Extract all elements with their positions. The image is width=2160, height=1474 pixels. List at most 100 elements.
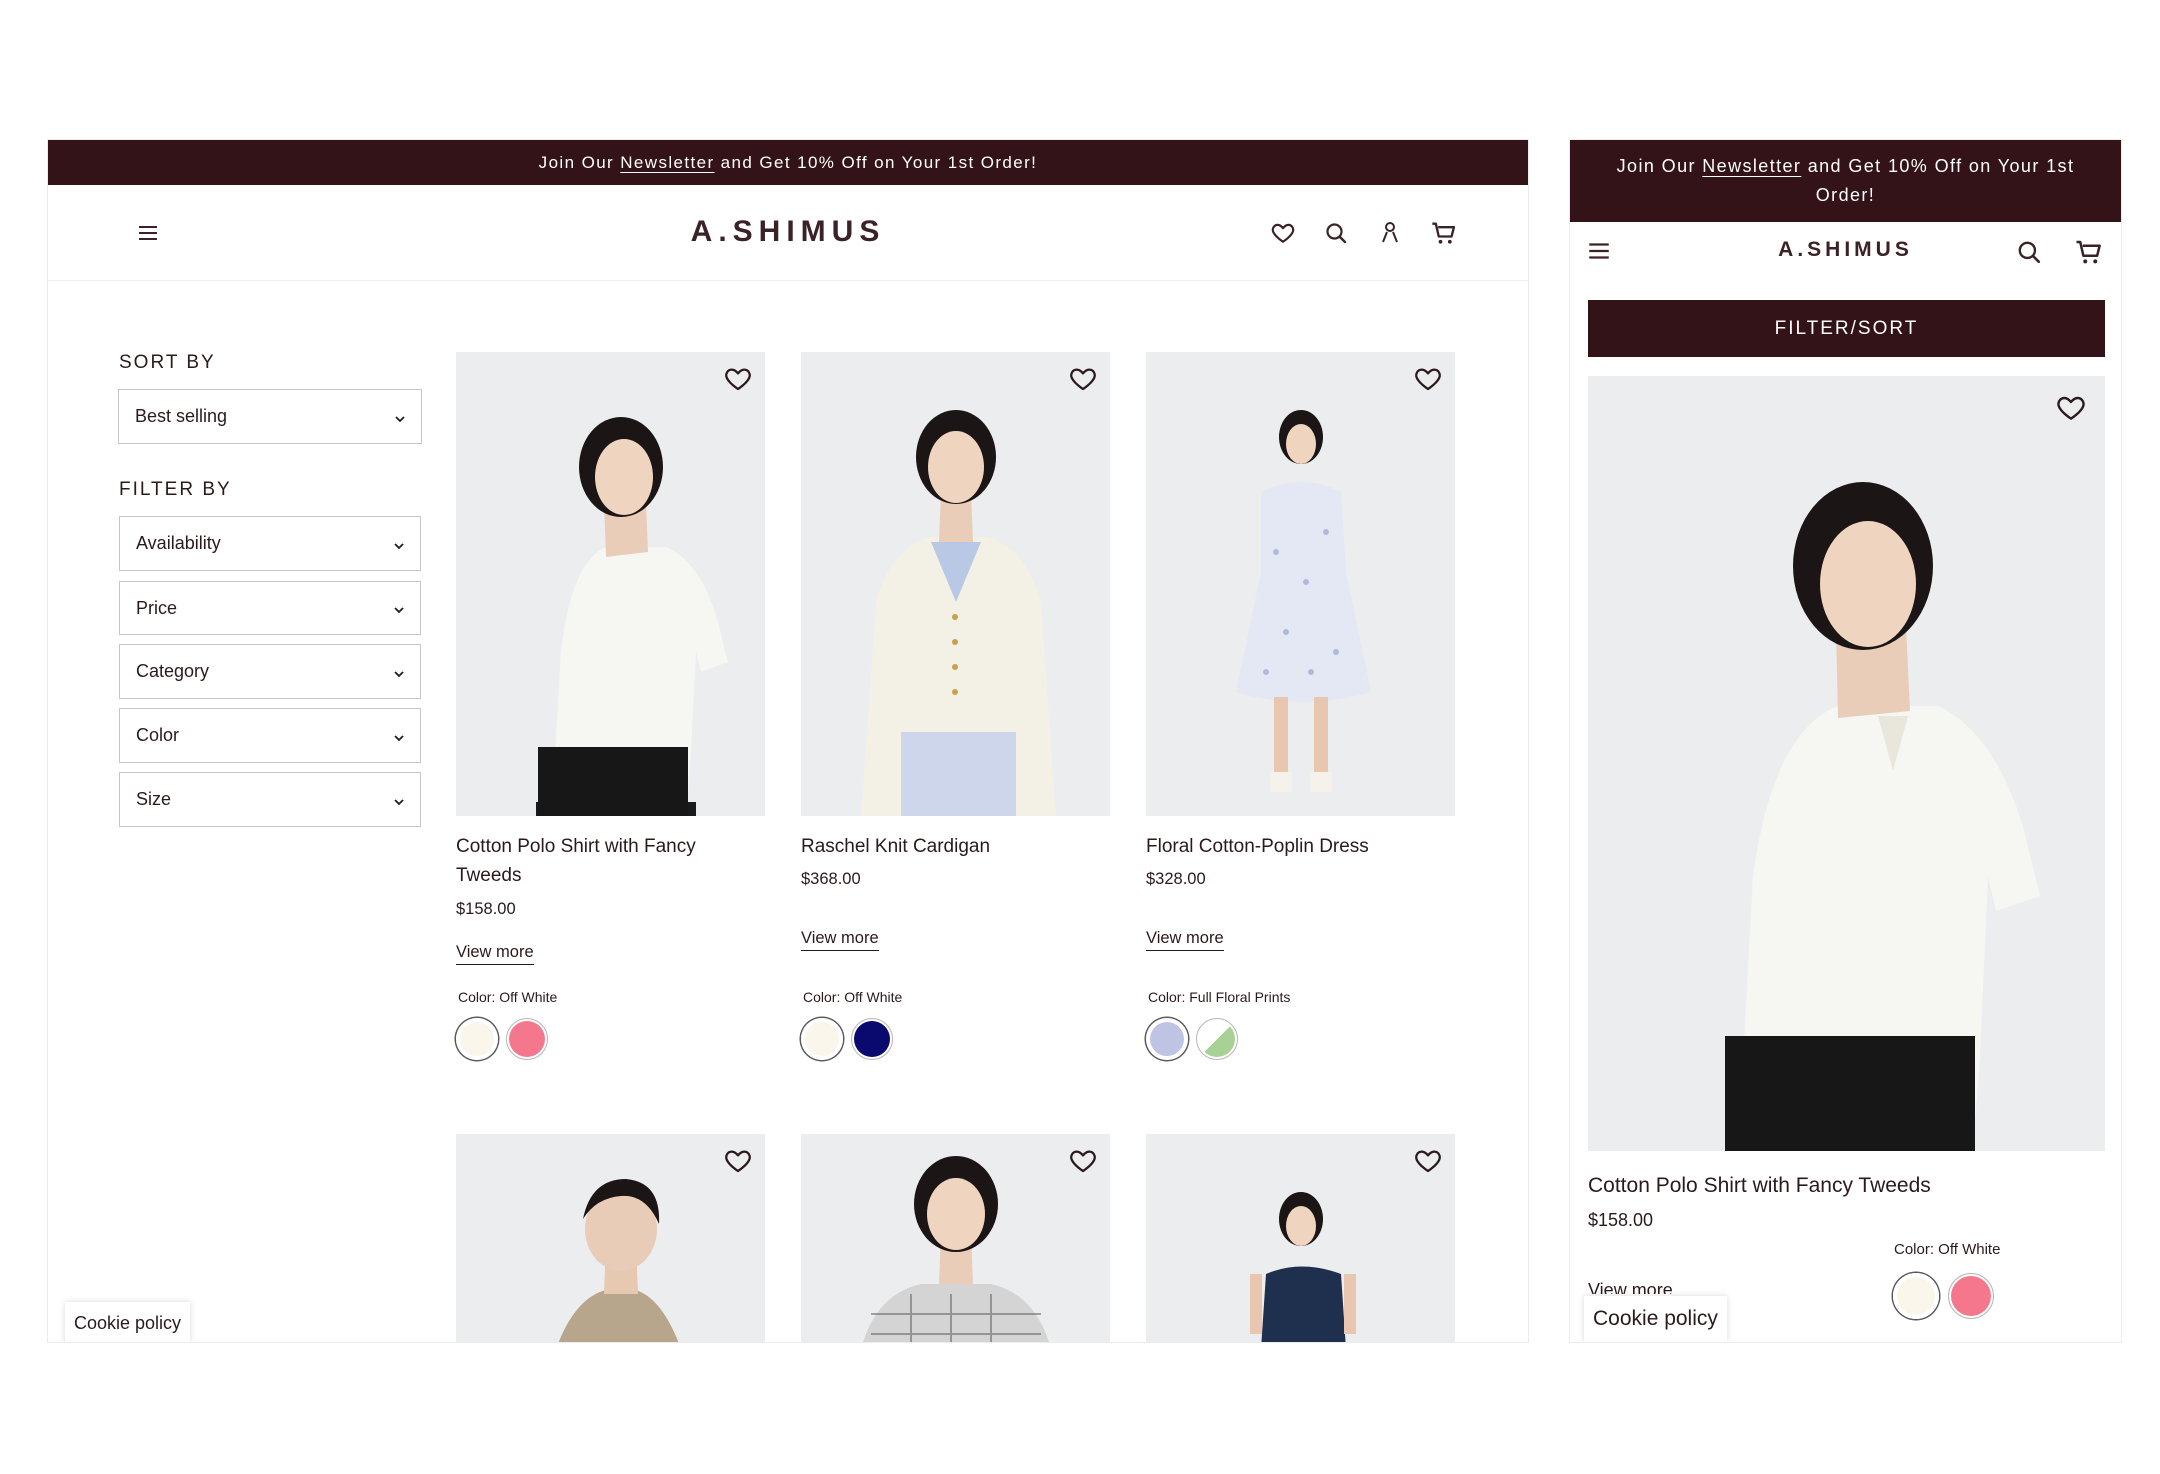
view-more-link[interactable]: View more xyxy=(1588,1280,1673,1294)
model-photo xyxy=(1250,1192,1356,1342)
brand-logo[interactable]: A.SHIMUS xyxy=(48,215,1528,249)
model-photo xyxy=(861,410,1056,816)
swatch-navy[interactable] xyxy=(851,1018,893,1060)
desktop-view: Join Our Newsletter and Get 10% Off on Y… xyxy=(47,139,1529,1343)
filter-availability[interactable]: Availability xyxy=(119,516,421,571)
filter-category-label: Category xyxy=(136,661,210,681)
swatch-pink[interactable] xyxy=(506,1018,548,1060)
product-title[interactable]: Cotton Polo Shirt with Fancy Tweeds xyxy=(456,832,696,890)
wishlist-heart-icon[interactable] xyxy=(1413,364,1443,394)
swatch-lavender[interactable] xyxy=(1146,1018,1188,1060)
wishlist-heart-icon[interactable] xyxy=(1413,1146,1443,1176)
swatch-fill xyxy=(805,1022,839,1056)
product-image[interactable] xyxy=(801,352,1110,816)
swatch-fill xyxy=(1897,1277,1935,1315)
newsletter-link[interactable]: Newsletter xyxy=(1702,156,1801,176)
account-icon[interactable] xyxy=(1378,220,1402,244)
product-title-line1: Raschel Knit Cardigan xyxy=(801,836,991,857)
swatch-off-white[interactable] xyxy=(801,1018,843,1060)
site-header: A.SHIMUS xyxy=(48,185,1528,281)
wishlist-heart-icon[interactable] xyxy=(1068,364,1098,394)
filter-size[interactable]: Size xyxy=(119,772,421,827)
product-image[interactable] xyxy=(456,352,765,816)
wishlist-heart-icon[interactable] xyxy=(1270,220,1296,246)
wishlist-heart-icon[interactable] xyxy=(1068,1146,1098,1176)
product-title[interactable]: Raschel Knit Cardigan xyxy=(801,832,990,861)
cookie-policy-button[interactable]: Cookie policy xyxy=(65,1302,191,1342)
swatch-green-split[interactable] xyxy=(1196,1018,1238,1060)
swatch-off-white[interactable] xyxy=(1893,1273,1939,1319)
color-label: Color: Off White xyxy=(803,989,903,1005)
newsletter-link[interactable]: Newsletter xyxy=(620,153,714,173)
product-title[interactable]: Cotton Polo Shirt with Fancy Tweeds xyxy=(1588,1171,1931,1200)
model-photo xyxy=(558,1179,679,1342)
product-image[interactable] xyxy=(1588,376,2105,1151)
product-title[interactable]: Floral Cotton-Poplin Dress xyxy=(1146,832,1369,861)
swatch-fill xyxy=(1951,1276,1991,1316)
product-image[interactable] xyxy=(456,1134,765,1342)
view-more-link[interactable]: View more xyxy=(1146,929,1224,951)
product-image[interactable] xyxy=(1146,1134,1455,1342)
sort-select[interactable]: Best selling xyxy=(118,389,422,444)
product-image[interactable] xyxy=(1146,352,1455,816)
swatch-fill xyxy=(460,1022,494,1056)
chevron-down-icon xyxy=(392,665,406,679)
search-icon[interactable] xyxy=(2016,239,2042,265)
model-photo xyxy=(536,417,728,816)
wishlist-heart-icon[interactable] xyxy=(723,364,753,394)
swatch-fill xyxy=(1150,1022,1184,1056)
chevron-down-icon xyxy=(393,410,407,424)
view-more-link[interactable]: View more xyxy=(456,943,534,965)
model-photo xyxy=(1725,482,2040,1151)
filter-price[interactable]: Price xyxy=(119,581,421,635)
product-price: $158.00 xyxy=(456,900,516,918)
wishlist-heart-icon[interactable] xyxy=(723,1146,753,1176)
filter-sort-button[interactable]: FILTER/SORT xyxy=(1588,300,2105,357)
filter-size-label: Size xyxy=(136,789,172,809)
swatch-off-white[interactable] xyxy=(456,1018,498,1060)
color-label: Color: Off White xyxy=(1894,1241,2001,1258)
filter-category[interactable]: Category xyxy=(119,644,421,699)
filter-color-label: Color xyxy=(136,725,180,745)
swatch-fill xyxy=(854,1021,890,1057)
newsletter-banner: Join Our Newsletter and Get 10% Off on Y… xyxy=(1570,140,2121,222)
model-photo xyxy=(863,1156,1049,1342)
product-title-line1: Cotton Polo Shirt with Fancy xyxy=(456,836,696,857)
newsletter-banner: Join Our Newsletter and Get 10% Off on Y… xyxy=(48,140,1528,185)
filter-color[interactable]: Color xyxy=(119,708,421,763)
swatch-fill xyxy=(509,1021,545,1057)
cart-icon[interactable] xyxy=(1430,219,1458,247)
sort-by-label: SORT BY xyxy=(119,352,216,373)
model-photo xyxy=(1236,410,1371,792)
mobile-view: Join Our Newsletter and Get 10% Off on Y… xyxy=(1569,139,2122,1343)
chevron-down-icon xyxy=(392,729,406,743)
chevron-down-icon xyxy=(392,601,406,615)
search-icon[interactable] xyxy=(1324,221,1348,245)
color-label: Color: Full Floral Prints xyxy=(1148,989,1291,1005)
swatch-pink[interactable] xyxy=(1948,1273,1994,1319)
filter-availability-label: Availability xyxy=(136,533,221,553)
product-image[interactable] xyxy=(801,1134,1110,1342)
product-title-line1: Floral Cotton-Poplin Dress xyxy=(1146,836,1369,857)
filter-by-label: FILTER BY xyxy=(119,479,232,500)
chevron-down-icon xyxy=(392,537,406,551)
cookie-policy-button[interactable]: Cookie policy xyxy=(1584,1296,1727,1342)
banner-text-prefix: Join Our xyxy=(1616,156,1703,176)
chevron-down-icon xyxy=(392,793,406,807)
banner-text-prefix: Join Our xyxy=(538,152,621,172)
banner-text-container: Join Our Newsletter and Get 10% Off on Y… xyxy=(1610,152,2081,210)
banner-text-suffix: and Get 10% Off on Your 1st Order! xyxy=(1801,156,2081,205)
swatch-fill xyxy=(1199,1021,1235,1057)
product-price: $158.00 xyxy=(1588,1210,1654,1230)
filter-price-label: Price xyxy=(136,597,178,618)
product-title-line2: Tweeds xyxy=(456,865,522,886)
color-label: Color: Off White xyxy=(458,989,558,1005)
cart-icon[interactable] xyxy=(2074,237,2104,267)
product-price: $328.00 xyxy=(1146,870,1206,888)
product-price: $368.00 xyxy=(801,870,861,888)
sort-select-value: Best selling xyxy=(135,406,228,426)
site-header: A.SHIMUS xyxy=(1570,222,2121,282)
wishlist-heart-icon[interactable] xyxy=(2055,392,2087,424)
banner-text-suffix: and Get 10% Off on Your 1st Order! xyxy=(714,152,1038,172)
view-more-link[interactable]: View more xyxy=(801,929,879,951)
